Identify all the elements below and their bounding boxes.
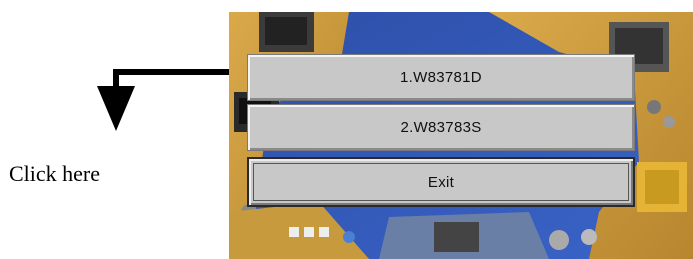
page: Click here 1.W83781D 2.W83783S Exit — [0, 0, 693, 259]
click-here-caption: Click here — [9, 161, 101, 186]
exit-button[interactable]: Exit — [247, 157, 635, 207]
w83781d-label: 1.W83781D — [400, 69, 482, 86]
w83783s-label: 2.W83783S — [400, 119, 482, 136]
w83781d-button[interactable]: 1.W83781D — [247, 54, 635, 101]
exit-label: Exit — [427, 173, 455, 191]
w83783s-button[interactable]: 2.W83783S — [247, 104, 635, 151]
